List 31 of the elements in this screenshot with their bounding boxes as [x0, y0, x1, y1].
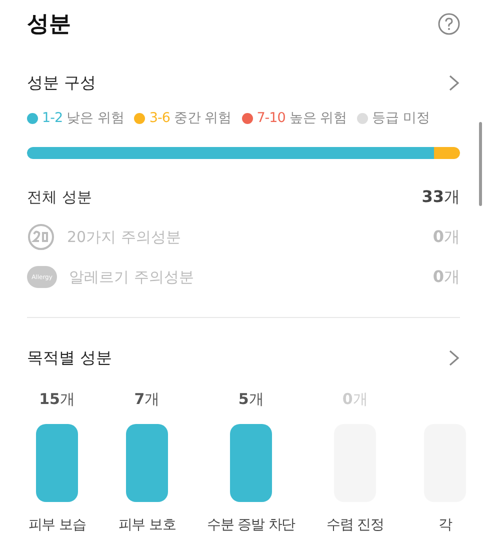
chevron-right-icon[interactable]	[448, 349, 460, 367]
purpose-bar[interactable]	[126, 424, 168, 502]
purpose-label: 수렴 진정	[326, 516, 384, 534]
purpose-label: 수분 증발 차단	[207, 516, 296, 534]
caution-count: 0개	[432, 266, 460, 288]
page-title: 성분	[27, 11, 71, 39]
legend-range: 3-6	[149, 110, 170, 126]
twenty-badge-icon	[27, 223, 55, 251]
section-title: 성분 구성	[27, 72, 96, 94]
legend-label: 낮은 위험	[66, 109, 124, 127]
purpose-count: 7개	[134, 390, 160, 410]
purpose-label: 피부 보습	[28, 516, 86, 534]
total-count: 33개	[422, 186, 460, 208]
chevron-right-icon[interactable]	[448, 74, 460, 92]
caution-label: 20가지 주의성분	[67, 228, 181, 246]
legend-range: 7-10	[256, 110, 286, 126]
purpose-bar[interactable]	[36, 424, 78, 502]
purpose-label: 피부 보호	[118, 516, 176, 534]
total-label: 전체 성분	[27, 188, 92, 206]
legend-label: 높은 위험	[289, 109, 348, 127]
purpose-bar[interactable]	[230, 424, 272, 502]
legend-label: 중간 위험	[174, 109, 232, 127]
section-title: 목적별 성분	[27, 348, 112, 368]
caution-label: 알레르기 주의성분	[69, 268, 194, 286]
caution-count: 0개	[432, 226, 460, 248]
help-icon[interactable]	[438, 13, 460, 35]
legend-label: 등급 미정	[372, 109, 430, 127]
purpose-label: 각	[438, 516, 452, 534]
purpose-count: 5개	[238, 390, 264, 410]
purpose-count: 15개	[39, 390, 75, 410]
legend-range: 1-2	[42, 110, 63, 126]
